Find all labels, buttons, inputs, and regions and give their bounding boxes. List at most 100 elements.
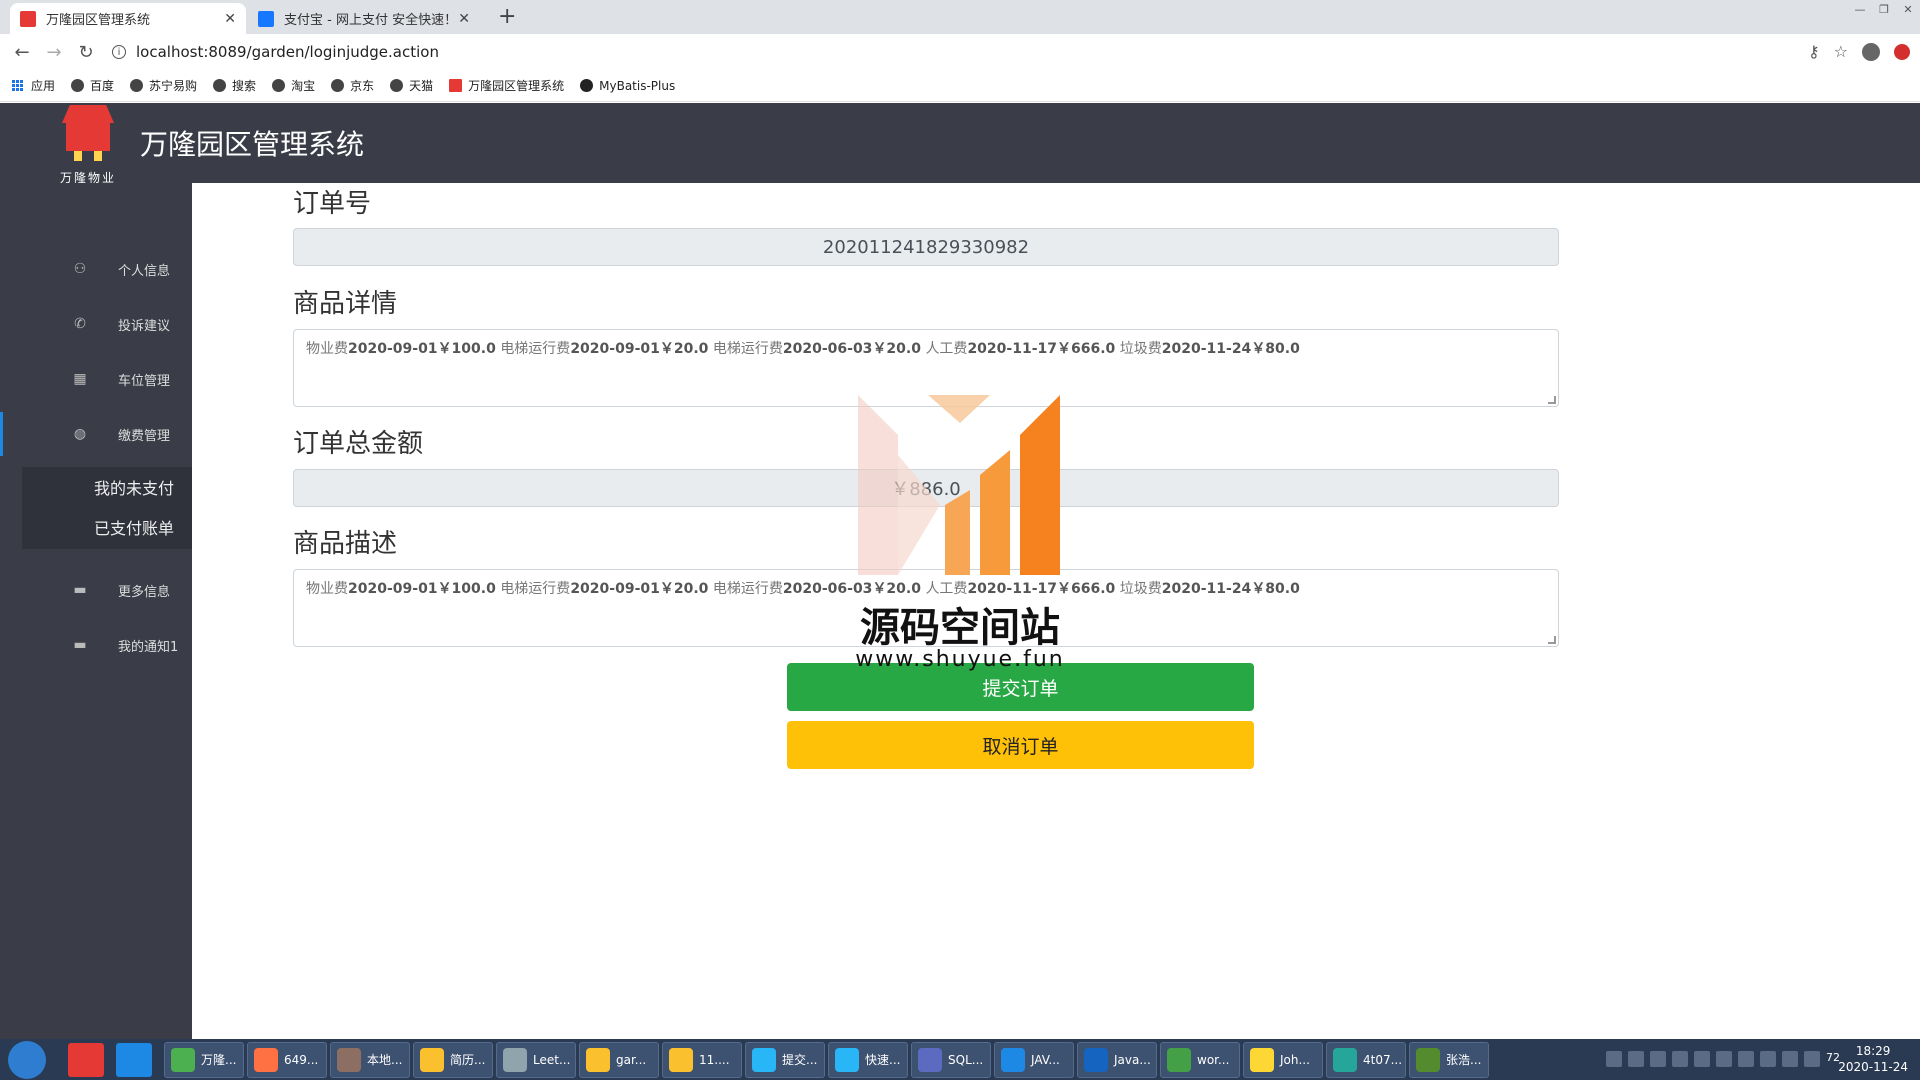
apps-grid-icon	[12, 80, 23, 91]
taskbar-items: 万隆... 649... 本地... 简历... Leet... gar... 11....…	[164, 1041, 1492, 1078]
taskbar-item-label: SQL...	[948, 1052, 984, 1067]
tab-alipay[interactable]: 支付宝 - 网上支付 安全快速！ ✕	[248, 3, 480, 34]
order-number-label: 订单号	[293, 189, 372, 219]
bookmark-item[interactable]: 万隆园区管理系统	[449, 77, 564, 94]
logo-body	[66, 123, 110, 161]
cancel-order-button[interactable]: 取消订单	[787, 721, 1254, 769]
resize-handle[interactable]	[1548, 636, 1556, 644]
url-field[interactable]: i localhost:8089/garden/loginjudge.actio…	[112, 43, 439, 61]
tiles-app-icon[interactable]	[68, 1042, 104, 1077]
forward-icon[interactable]: →	[38, 42, 70, 63]
sidebar-item-payments[interactable]: ◍ 缴费管理	[0, 412, 192, 456]
taskbar-item-label: Leet...	[533, 1052, 571, 1067]
bookmark-label: 搜索	[232, 79, 257, 93]
resize-handle[interactable]	[1548, 396, 1556, 404]
bookmark-item[interactable]: 苏宁易购	[130, 77, 197, 94]
bookmark-label: 天猫	[409, 79, 434, 93]
fee-entry: 电梯运行费2020-09-01￥20.0	[500, 581, 709, 597]
clock[interactable]: 18:29 2020-11-24	[1838, 1043, 1908, 1075]
star-icon[interactable]: ☆	[1834, 42, 1848, 61]
taskbar-item[interactable]: Java...	[1077, 1041, 1157, 1078]
bookmark-item[interactable]: 京东	[331, 77, 374, 94]
submenu-item-paid[interactable]: 已支付账单	[22, 507, 192, 547]
taskbar-item[interactable]: 快速...	[828, 1041, 908, 1078]
minimize-icon[interactable]: —	[1848, 0, 1872, 18]
sidebar-item-more-info[interactable]: ▬ 更多信息	[0, 568, 192, 612]
submit-order-button[interactable]: 提交订单	[787, 663, 1254, 711]
restore-icon[interactable]: ❐	[1872, 0, 1896, 18]
product-description-textarea[interactable]: 物业费2020-09-01￥100.0 电梯运行费2020-09-01￥20.0…	[293, 569, 1559, 647]
tray-icon[interactable]	[1606, 1051, 1622, 1067]
globe-icon	[390, 79, 404, 92]
bookmark-item[interactable]: 百度	[71, 77, 114, 94]
taskbar-item[interactable]: SQL...	[911, 1041, 991, 1078]
extension-icon[interactable]	[1894, 43, 1910, 60]
system-tray: 72	[1606, 1051, 1840, 1067]
taskbar-item-label: 4t07...	[1363, 1052, 1403, 1067]
taskbar-item[interactable]: JAV...	[994, 1041, 1074, 1078]
info-icon[interactable]: i	[112, 45, 126, 59]
close-window-icon[interactable]: ✕	[1896, 0, 1920, 18]
taskbar-item[interactable]: 649...	[247, 1041, 327, 1078]
globe-icon: ◍	[73, 426, 87, 442]
taskbar-app-icon	[835, 1047, 859, 1072]
taskbar-item[interactable]: Joh...	[1243, 1041, 1323, 1078]
taskbar-item[interactable]: 4t07...	[1326, 1041, 1406, 1078]
clock-time: 18:29	[1855, 1044, 1891, 1058]
app-title: 万隆园区管理系统	[140, 128, 365, 161]
tray-icon[interactable]	[1650, 1051, 1666, 1067]
taskbar-item[interactable]: Leet...	[496, 1041, 576, 1078]
sidebar-item-parking[interactable]: ▦ 车位管理	[0, 357, 192, 401]
close-tab-icon[interactable]: ✕	[458, 11, 470, 27]
taskbar-item[interactable]: gar...	[579, 1041, 659, 1078]
tab-active[interactable]: 万隆园区管理系统 ✕	[10, 3, 246, 34]
window-app-icon[interactable]	[116, 1042, 152, 1077]
submenu-item-unpaid[interactable]: 我的未支付	[22, 467, 192, 507]
taskbar-item[interactable]: 11....	[662, 1041, 742, 1078]
taskbar-item-label: 提交...	[782, 1053, 818, 1067]
taskbar-item[interactable]: 张浩...	[1409, 1041, 1489, 1078]
bookmark-apps[interactable]: 应用	[12, 77, 55, 94]
temple-favicon-icon	[20, 10, 36, 27]
globe-icon	[331, 79, 345, 92]
sidebar-item-notifications[interactable]: ▬ 我的通知1	[0, 623, 192, 667]
start-button-icon[interactable]	[8, 1040, 46, 1079]
taskbar-item[interactable]: 简历...	[413, 1041, 493, 1078]
close-tab-icon[interactable]: ✕	[224, 11, 236, 27]
tray-icon[interactable]	[1628, 1051, 1644, 1067]
tray-icon[interactable]	[1804, 1051, 1820, 1067]
back-icon[interactable]: ←	[6, 42, 38, 63]
taskbar-app-icon	[1416, 1047, 1440, 1072]
tray-icon[interactable]	[1782, 1051, 1798, 1067]
comment-icon: ▬	[73, 637, 87, 653]
bookmark-item[interactable]: 淘宝	[272, 77, 315, 94]
reload-icon[interactable]: ↻	[70, 42, 102, 63]
new-tab-icon[interactable]: +	[498, 4, 516, 29]
taskbar-item[interactable]: 提交...	[745, 1041, 825, 1078]
order-total-field: ￥886.0	[293, 469, 1559, 507]
bookmark-item[interactable]: 天猫	[390, 77, 433, 94]
taskbar-app-icon	[1333, 1047, 1357, 1072]
taskbar-item[interactable]: 本地...	[330, 1041, 410, 1078]
tray-icon[interactable]	[1672, 1051, 1688, 1067]
order-number-field: 202011241829330982	[293, 228, 1559, 266]
sidebar-item-complaints[interactable]: ✆ 投诉建议	[0, 302, 192, 346]
key-icon[interactable]: ⚷	[1808, 42, 1820, 61]
comment-icon: ▬	[73, 582, 87, 598]
profile-icon[interactable]	[1862, 42, 1880, 61]
window-controls: — ❐ ✕	[1848, 0, 1920, 18]
bookmark-item[interactable]: 搜索	[213, 77, 256, 94]
taskbar-item[interactable]: wor...	[1160, 1041, 1240, 1078]
tray-icon[interactable]	[1694, 1051, 1710, 1067]
globe-icon	[130, 79, 144, 92]
taskbar-app-icon	[918, 1047, 942, 1072]
taskbar-item[interactable]: 万隆...	[164, 1041, 244, 1078]
taskbar-item-label: wor...	[1197, 1052, 1230, 1067]
tray-icon[interactable]	[1738, 1051, 1754, 1067]
sidebar-item-profile[interactable]: ⚇ 个人信息	[0, 247, 192, 291]
tray-icon[interactable]	[1716, 1051, 1732, 1067]
bookmark-item[interactable]: MyBatis-Plus	[580, 79, 675, 93]
product-detail-textarea[interactable]: 物业费2020-09-01￥100.0 电梯运行费2020-09-01￥20.0…	[293, 329, 1559, 407]
taskbar-app-icon	[171, 1047, 195, 1072]
tray-icon[interactable]	[1760, 1051, 1776, 1067]
